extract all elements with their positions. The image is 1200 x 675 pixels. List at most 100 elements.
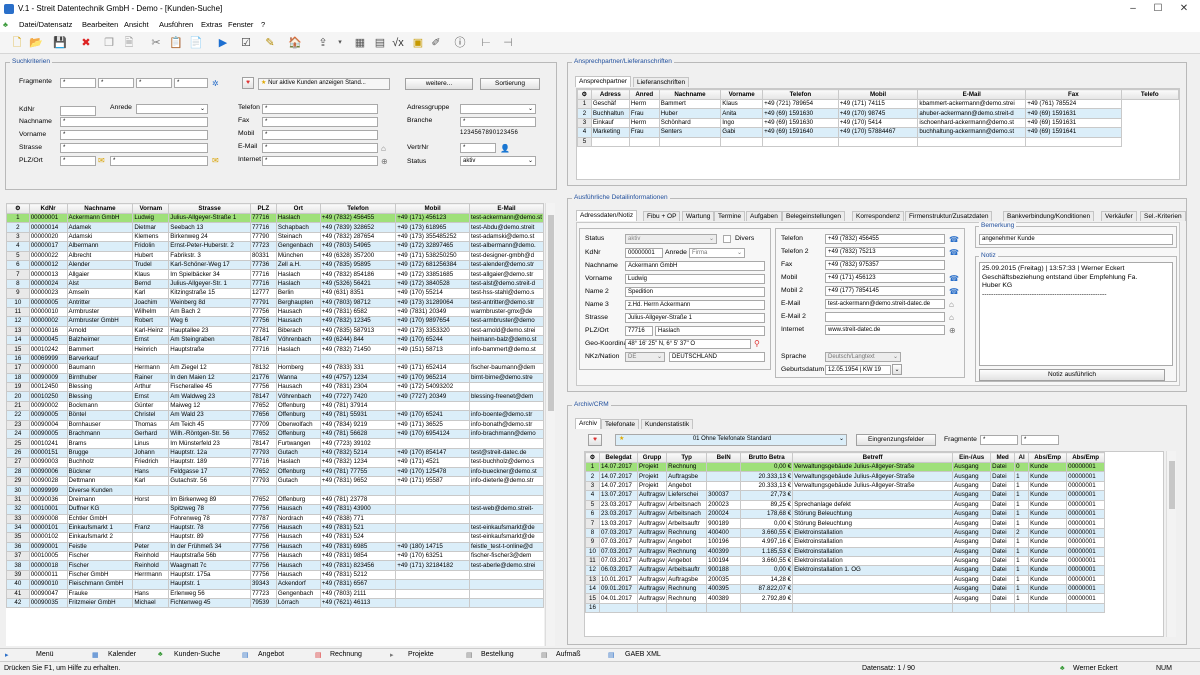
detail-ort-input[interactable]: Haslach [655,326,765,336]
contact-col-5[interactable]: Mobil [837,89,919,100]
tab-detail-9[interactable]: Verkäufer [1101,211,1137,221]
detail-mobil2-input[interactable]: +49 (177) 7854145 [825,286,945,296]
plz-input[interactable]: * [60,156,96,166]
minimize-icon[interactable]: – [1126,2,1140,16]
archive-fragment-input-1[interactable]: * [980,435,1018,445]
archive-row[interactable]: 14 09.01.2017 Auftragsv Rechnung 400395 87.82… [585,584,1106,595]
contact-col-7[interactable]: Fax [1025,89,1122,100]
module-angebot[interactable]: Angebot [258,651,284,658]
customer-col-3[interactable]: Strasse [168,203,251,214]
gaeb-module-icon[interactable]: ▤ [608,651,615,659]
customer-row[interactable]: 24 00090005 Brachmann Gerhard Wilh.-Röntgen-… [6,428,544,440]
contact-col-4[interactable]: Telefon [762,89,839,100]
settings-icon[interactable]: ✲ [212,79,219,89]
module-projekte[interactable]: Projekte [408,651,434,658]
customer-col-1[interactable]: Nachname [66,203,134,214]
close-icon[interactable]: ✕ [1177,2,1191,16]
customer-col-0[interactable]: KdNr [28,203,68,214]
customer-row[interactable]: 23 00090004 Bornhauser Thomas Am Teich 45 777… [6,419,544,431]
customer-row[interactable]: 32 00010001 Duffner KG Spitzweg 78 77756 Haus… [6,504,544,515]
archive-favorite-icon[interactable]: ♥ [588,434,602,446]
tab-detail-2[interactable]: Wartung [682,211,715,221]
detail-nation-code-select[interactable]: DE ⌄ [625,352,665,362]
globe-icon[interactable]: ⊕ [381,157,388,167]
cut-icon[interactable]: ✂ [148,35,164,51]
adressgruppe-select[interactable]: ⌄ [460,104,536,114]
archive-fragment-input-2[interactable]: * [1021,435,1059,445]
open-web-icon[interactable]: ⊕ [949,326,956,336]
note-icon[interactable]: ▣ [410,35,426,51]
customer-row[interactable]: 11 00000010 Armbruster Wilhelm Am Bach 2 7775… [6,306,544,318]
customer-row[interactable]: 31 00090036 Dreimann Horst Im Birkenweg 89 77… [6,494,544,506]
customer-row[interactable]: 27 00090003 Buchholz Friedrich Hauptstr. 189… [6,457,544,468]
fragment-input-4[interactable]: * [174,78,208,88]
customer-row[interactable]: 4 00000017 Albermann Fridolin Ernst-Peter-Hu… [6,241,544,252]
menu-fenster[interactable]: Fenster [228,20,253,29]
archive-row[interactable]: 13 10.01.2017 Auftragsv Auftragsbe 200035 14,… [585,574,1106,586]
grid-settings-icon[interactable]: ⚙ [6,203,30,214]
module-gaeb-xml[interactable]: GAEB XML [625,651,661,658]
customer-row[interactable]: 10 00000005 Antritter Joachim Weinberg 8d 777… [6,297,544,308]
customer-row[interactable]: 26 00000151 Brugge Johann Hauptstr. 12a 77793… [6,447,544,459]
contact-col-1[interactable]: Anred [628,89,660,100]
tab-ansprechpartner[interactable]: Ansprechpartner [575,76,632,87]
fragment-input-3[interactable]: * [136,78,172,88]
email-input[interactable]: * [262,143,378,153]
detail-telefon-input[interactable]: +49 (7832) 456455 [825,234,945,244]
detail-email2-input[interactable] [825,312,945,322]
calculator-icon[interactable]: ▤ [372,35,388,51]
menu-datei[interactable]: Datei/Datensatz [19,20,72,29]
contact-col-2[interactable]: Nachname [658,89,722,100]
contact-row[interactable]: 3 Einkauf Herrn Schönhard Ingo +49 (69) 15916… [577,117,1179,129]
customer-row[interactable]: 8 00000024 Alst Bernd Julius-Allgeyer-Str. 1… [6,278,544,290]
customer-row[interactable]: 14 00000045 Balzheimer Ernst Am Steingraben 7… [6,335,544,346]
module-bestellung[interactable]: Bestellung [481,651,514,658]
archive-row[interactable]: 1 14.07.2017 Projekt Rechnung 0,00 € Verwaltu… [585,461,1106,473]
user-lookup-icon[interactable]: 👤 [500,144,510,154]
formula-icon[interactable]: √x [390,35,406,51]
archive-filter-select[interactable]: ★ 01 Ohne Telefonate Standard ⌄ [615,434,847,446]
customer-row[interactable]: 19 00012450 Blessing Arthur Fischerallee 45 7… [6,382,544,393]
customer-col-8[interactable]: E-Mail [468,203,544,214]
vorname-input[interactable]: * [60,130,208,140]
new-document-icon[interactable]: 🗋 [9,35,25,51]
customer-row[interactable]: 40 00090010 Fleischmann GmbH Hauptstr. 1 393… [6,579,544,590]
customer-row[interactable]: 15 00010242 Bammert Heinrich Hauptstraße 7771… [6,344,544,355]
contact-row[interactable]: 4 Marketing Frau Senters Gabi +49 (69) 159164… [577,127,1179,138]
anrede-select[interactable]: ⌄ [136,104,208,114]
fragment-input-1[interactable]: * [60,78,96,88]
archive-row[interactable]: 10 07.03.2017 Auftragsv Rechnung 400399 1.185… [585,546,1106,557]
detail-strasse-input[interactable]: Julius-Allgeyer-Straße 1 [625,313,765,323]
copy-record-icon[interactable]: ❐ [101,35,117,51]
customer-grid-scrollbar[interactable] [545,203,555,646]
module-aufmass[interactable]: Aufmaß [556,651,581,658]
archive-row[interactable]: 9 07.03.2017 Auftragsv Angebot 100196 4.997,1… [585,537,1106,548]
customer-row[interactable]: 28 00090006 Bückner Hans Feldgasse 17 77652 Of… [6,466,544,477]
archive-col-1[interactable]: Grupp [636,452,668,463]
archive-row[interactable]: 2 14.07.2017 Projekt Auftragsbe 20.333,13 € V… [585,471,1106,482]
detail-email-input[interactable]: test-ackermann@demo.streit-datec.de [825,299,945,309]
eingrenzungsfelder-button[interactable]: Eingrenzungsfelder [856,434,936,446]
archive-col-2[interactable]: Typ [666,452,708,463]
tab-detail-10[interactable]: Sel.-Kriterien [1140,211,1186,221]
module-menu[interactable]: Menü [36,651,54,658]
detail-nation-input[interactable]: DEUTSCHLAND [669,352,765,362]
tab-detail-7[interactable]: Firmenstruktur/Zusatzdaten [905,211,993,221]
customer-row[interactable]: 9 00000023 Amseln Karl Kitzingstraße 15 12777… [6,288,544,299]
customer-row[interactable]: 42 00090035 Fritzmeier GmbH Michael Fichtenw… [6,597,544,609]
edit-icon[interactable]: ✐ [428,35,444,51]
maximize-icon[interactable]: ☐ [1151,2,1165,16]
tab-detail-6[interactable]: Korrespondenz [852,211,905,221]
strasse-input[interactable]: * [60,143,208,153]
kunden-filter-select[interactable]: ★ Nur aktive Kunden anzeigen Stand... [258,78,390,90]
mobile2-dial-icon[interactable]: ☎ [949,287,959,297]
detail-mobil-input[interactable]: +49 (171) 456123 [825,273,945,283]
tab-detail-4[interactable]: Aufgaben [746,211,782,221]
tab-detail-1[interactable]: Fibu + OP [643,211,681,221]
module-kalender[interactable]: Kalender [108,651,136,658]
export-icon[interactable]: ⇪ [315,35,331,51]
detail-geburt-input[interactable]: 12.05.1954 | KW 19 [825,365,891,375]
detail-kdnr-input[interactable]: 00000001 [625,248,663,258]
first-record-icon[interactable]: ⊢ [478,35,494,51]
weitere-button[interactable]: weitere... [405,78,473,90]
